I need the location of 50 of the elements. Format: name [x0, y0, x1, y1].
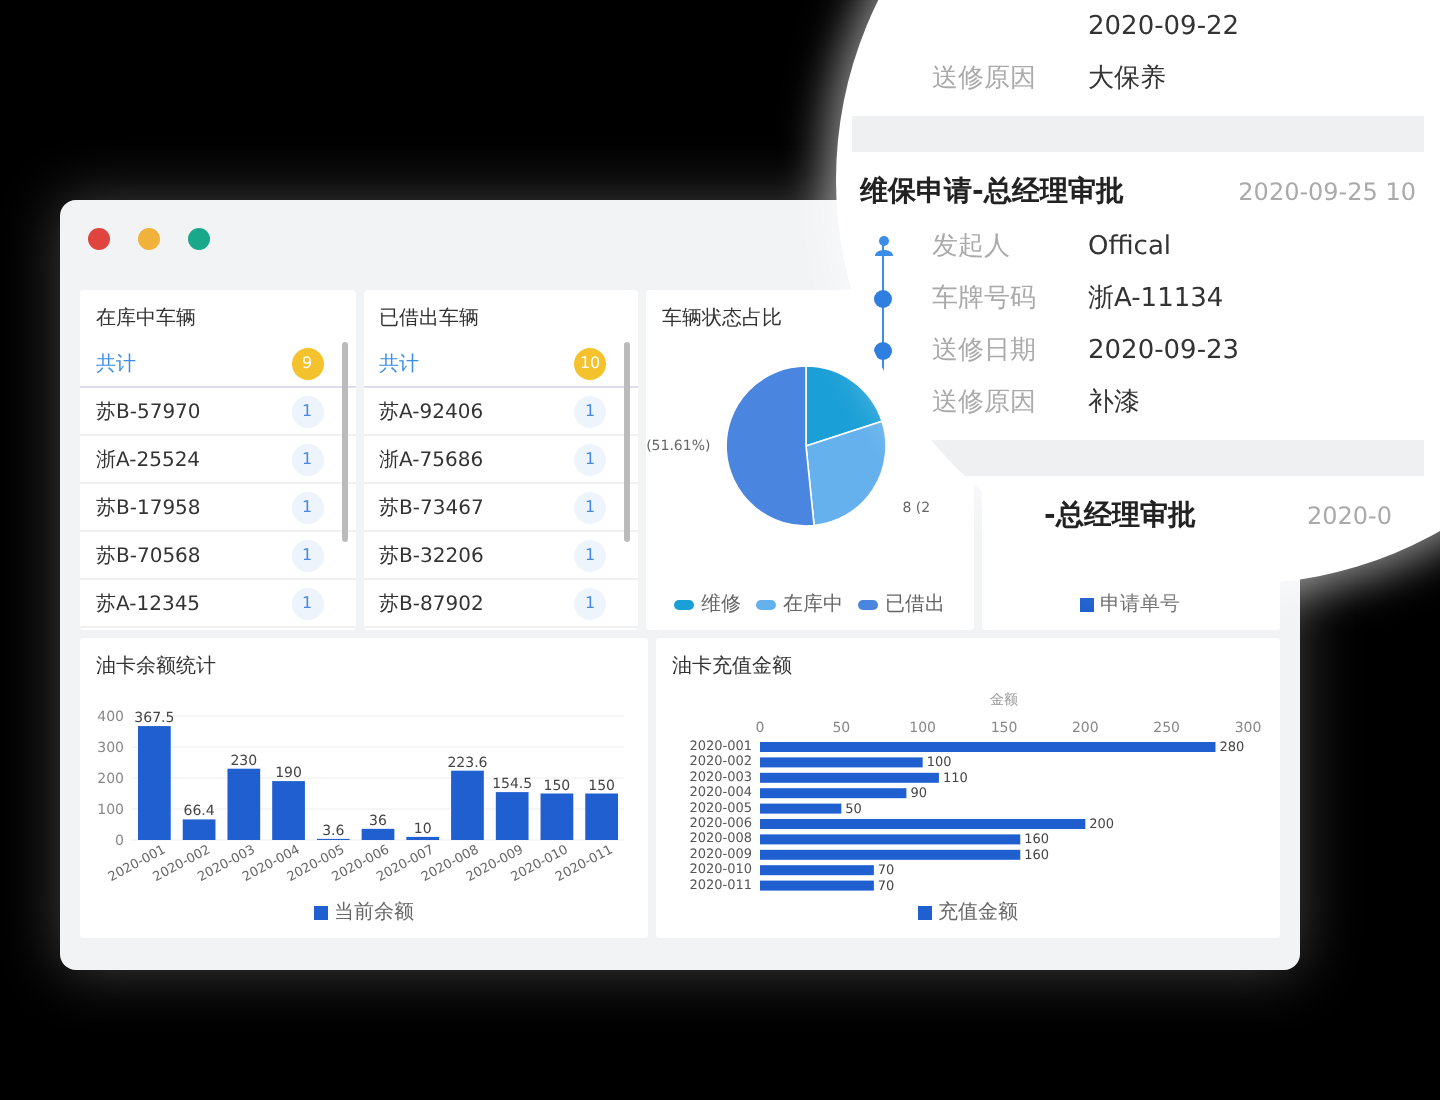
plate-number[interactable]: 苏B-73467 — [379, 493, 484, 521]
legend-label: 维修 — [700, 591, 741, 618]
approval-title: -总经理审批 — [1044, 498, 1196, 534]
count-badge: 1 — [574, 443, 607, 475]
field-value: 大保养 — [1088, 62, 1166, 96]
legend-label: 当前余额 — [334, 899, 414, 926]
legend-label: 在库中 — [782, 591, 843, 618]
plate-number[interactable]: 苏B-87902 — [379, 589, 484, 617]
field-value: 2020-09-23 — [1088, 335, 1240, 365]
field-label: 车牌号码 — [932, 282, 1038, 316]
count-badge: 1 — [291, 443, 324, 475]
plate-number[interactable]: 苏B-70568 — [96, 541, 201, 569]
total-label: 共计 — [379, 351, 420, 377]
total-label: 共计 — [96, 351, 136, 377]
card-title: 车辆状态占比 — [660, 305, 785, 334]
count-badge: 1 — [574, 491, 607, 523]
count-badge: 1 — [291, 587, 324, 619]
plate-number[interactable]: 浙A-75686 — [379, 445, 484, 473]
legend-label: 充值金额 — [938, 899, 1018, 926]
count-badge: 1 — [574, 395, 607, 427]
count-badge: 1 — [574, 587, 607, 619]
plate-number[interactable]: 苏B-17958 — [96, 493, 201, 521]
count-badge: 1 — [291, 491, 324, 523]
legend-label: 已借出 — [884, 591, 945, 618]
plate-number[interactable]: 苏A-12345 — [96, 589, 201, 617]
field-label: 送修原因 — [932, 386, 1038, 420]
plate-number[interactable]: 苏B-32206 — [379, 541, 484, 569]
field-label: 送修日期 — [932, 334, 1038, 368]
approval-time: 2020-09-25 10 — [1238, 178, 1416, 206]
total-count-badge: 10 — [574, 347, 607, 379]
field-value: 2020-09-22 — [1088, 11, 1240, 41]
count-badge: 1 — [574, 539, 607, 571]
field-value: 补漆 — [1088, 386, 1140, 420]
field-value: 浙A-11134 — [1088, 282, 1224, 316]
field-label: 送修原因 — [932, 62, 1038, 96]
card-title: 油卡余额统计 — [94, 653, 218, 682]
approval-time: 2020-0 — [1306, 502, 1392, 530]
plate-number[interactable]: 苏A-92406 — [379, 397, 484, 425]
plate-number[interactable]: 浙A-25524 — [96, 445, 201, 473]
card-title: 油卡充值金额 — [670, 653, 794, 682]
count-badge: 1 — [291, 539, 324, 571]
plate-number[interactable]: 苏B-57970 — [96, 397, 201, 425]
legend-label: 申请单号 — [1100, 591, 1181, 618]
approval-title: 维保申请-总经理审批 — [860, 174, 1124, 210]
total-count-badge: 9 — [291, 347, 324, 379]
field-value: Offical — [1088, 231, 1172, 261]
count-badge: 1 — [291, 395, 324, 427]
card-title: 已借出车辆 — [377, 305, 482, 334]
field-label: 发起人 — [932, 230, 1012, 264]
card-title: 在库中车辆 — [94, 305, 198, 334]
